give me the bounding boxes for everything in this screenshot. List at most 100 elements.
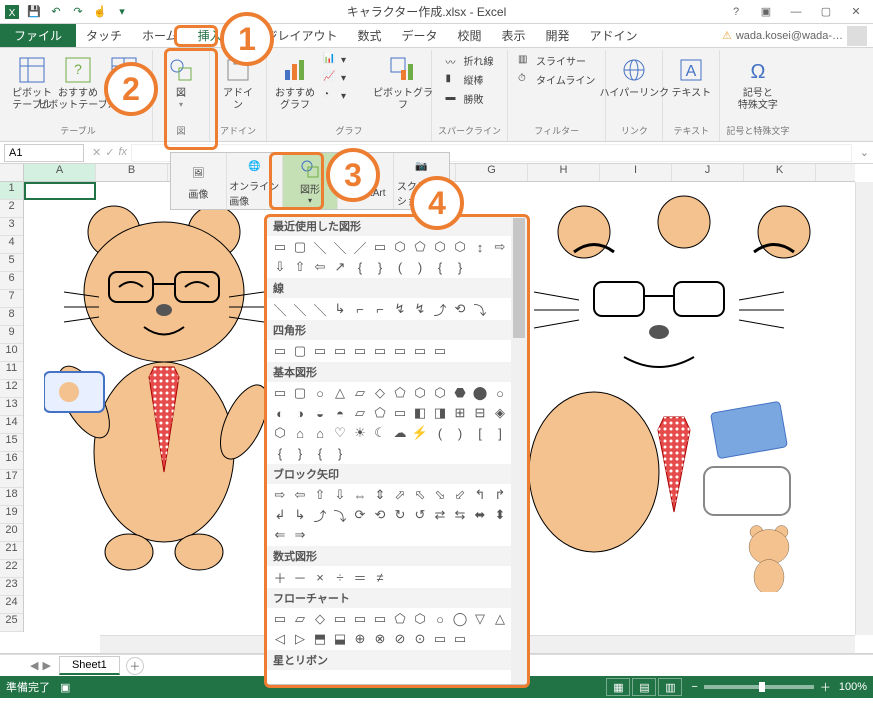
view-normal-icon[interactable]: ▦ xyxy=(606,678,630,696)
shape-item[interactable]: ▭ xyxy=(271,384,289,402)
hyperlink-button[interactable]: ハイパーリンク xyxy=(612,52,656,102)
tab-touch[interactable]: タッチ xyxy=(76,24,132,47)
shape-item[interactable]: ⬡ xyxy=(271,424,289,442)
close-icon[interactable]: ✕ xyxy=(843,2,869,22)
shape-item[interactable]: ⬁ xyxy=(411,486,429,504)
shape-item[interactable]: ⟳ xyxy=(351,506,369,524)
help-icon[interactable]: ? xyxy=(723,2,749,22)
tab-data[interactable]: データ xyxy=(391,24,447,47)
shape-item[interactable]: ⇦ xyxy=(291,486,309,504)
shape-item[interactable]: ↯ xyxy=(411,300,429,318)
shape-item[interactable]: ÷ xyxy=(331,568,349,586)
shape-item[interactable]: ／ xyxy=(351,238,369,256)
row-header-15[interactable]: 15 xyxy=(0,434,23,452)
col-header-I[interactable]: I xyxy=(600,164,672,181)
row-header-13[interactable]: 13 xyxy=(0,398,23,416)
shape-item[interactable]: ○ xyxy=(491,384,509,402)
shape-item[interactable]: ↰ xyxy=(471,486,489,504)
shape-item[interactable]: ⤴ xyxy=(431,300,449,318)
row-header-23[interactable]: 23 xyxy=(0,578,23,596)
col-header-J[interactable]: J xyxy=(672,164,744,181)
shape-item[interactable]: ( xyxy=(431,424,449,442)
shape-item[interactable]: ⌂ xyxy=(311,424,329,442)
sparkline-line[interactable]: 〰折れ線 xyxy=(442,52,498,69)
shape-item[interactable]: ＼ xyxy=(271,300,289,318)
shape-item[interactable]: ↕ xyxy=(471,238,489,256)
shape-item[interactable]: ⌐ xyxy=(351,300,369,318)
sheet-prev-icon[interactable]: ◀ xyxy=(30,659,38,672)
shape-item[interactable]: ◇ xyxy=(311,610,329,628)
tab-addins[interactable]: アドイン xyxy=(580,24,648,47)
shape-item[interactable]: ▭ xyxy=(351,342,369,360)
symbols-button[interactable]: Ω 記号と 特殊文字 xyxy=(736,52,780,114)
shape-item[interactable]: ⊟ xyxy=(471,404,489,422)
zoom-out-icon[interactable]: − xyxy=(691,681,697,693)
shape-item[interactable]: － xyxy=(291,568,309,586)
shape-item[interactable]: ) xyxy=(411,258,429,276)
row-header-3[interactable]: 3 xyxy=(0,218,23,236)
enter-formula-icon[interactable]: ✓ xyxy=(105,146,114,159)
shape-item[interactable]: ↗ xyxy=(331,258,349,276)
zoom-level[interactable]: 100% xyxy=(839,681,867,693)
chart-type-bar[interactable]: 📊▾ xyxy=(319,52,379,68)
chart-type-line[interactable]: 📈▾ xyxy=(319,70,379,86)
shape-item[interactable]: ＼ xyxy=(291,300,309,318)
shape-item[interactable]: ( xyxy=(391,258,409,276)
shape-item[interactable]: △ xyxy=(331,384,349,402)
shape-item[interactable]: ⊞ xyxy=(451,404,469,422)
shape-item[interactable]: ◑ xyxy=(291,404,309,422)
shape-item[interactable]: ○ xyxy=(311,384,329,402)
tab-developer[interactable]: 開発 xyxy=(536,24,580,47)
shape-item[interactable]: { xyxy=(431,258,449,276)
shape-item[interactable]: ◧ xyxy=(411,404,429,422)
tab-file[interactable]: ファイル xyxy=(0,24,76,47)
shape-item[interactable]: { xyxy=(311,444,329,462)
row-header-4[interactable]: 4 xyxy=(0,236,23,254)
minimize-icon[interactable]: — xyxy=(783,2,809,22)
shape-item[interactable]: ▽ xyxy=(471,610,489,628)
shape-item[interactable]: ▭ xyxy=(371,238,389,256)
shape-item[interactable]: [ xyxy=(471,424,489,442)
zoom-slider[interactable] xyxy=(704,685,814,689)
shape-item[interactable]: ◒ xyxy=(311,404,329,422)
view-break-icon[interactable]: ▥ xyxy=(658,678,682,696)
row-header-5[interactable]: 5 xyxy=(0,254,23,272)
add-sheet-button[interactable]: ＋ xyxy=(126,657,144,675)
shape-item[interactable]: ▢ xyxy=(291,238,309,256)
shape-item[interactable]: ⟲ xyxy=(451,300,469,318)
row-header-17[interactable]: 17 xyxy=(0,470,23,488)
shape-item[interactable]: ▭ xyxy=(311,342,329,360)
row-header-25[interactable]: 25 xyxy=(0,614,23,632)
touch-icon[interactable]: ☝ xyxy=(92,4,108,20)
shape-item[interactable]: ⬤ xyxy=(471,384,489,402)
undo-icon[interactable]: ↶ xyxy=(48,4,64,20)
shape-item[interactable]: ⬃ xyxy=(451,486,469,504)
tab-review[interactable]: 校閲 xyxy=(447,24,491,47)
row-header-14[interactable]: 14 xyxy=(0,416,23,434)
sheet-tab-1[interactable]: Sheet1 xyxy=(59,656,120,675)
shape-item[interactable]: ◯ xyxy=(451,610,469,628)
shape-item[interactable]: ▭ xyxy=(391,342,409,360)
shape-item[interactable]: ⬌ xyxy=(471,506,489,524)
shape-item[interactable]: ⇆ xyxy=(451,506,469,524)
shape-item[interactable]: ⊘ xyxy=(391,630,409,648)
shape-item[interactable]: ▭ xyxy=(271,610,289,628)
shape-item[interactable]: ☀ xyxy=(351,424,369,442)
shape-item[interactable]: ⟲ xyxy=(371,506,389,524)
sparkline-winloss[interactable]: ▬勝敗 xyxy=(442,90,498,107)
shape-item[interactable]: ⊗ xyxy=(371,630,389,648)
shapes-scrollbar[interactable] xyxy=(511,216,527,684)
shape-item[interactable]: ▢ xyxy=(291,342,309,360)
shape-item[interactable]: ⤴ xyxy=(311,506,329,524)
maximize-icon[interactable]: ▢ xyxy=(813,2,839,22)
row-header-19[interactable]: 19 xyxy=(0,506,23,524)
shape-item[interactable]: ▱ xyxy=(291,610,309,628)
shape-item[interactable]: × xyxy=(311,568,329,586)
shape-item[interactable]: ⬠ xyxy=(391,384,409,402)
shape-item[interactable]: ○ xyxy=(431,610,449,628)
shape-item[interactable]: ⬡ xyxy=(411,610,429,628)
shape-item[interactable]: ⇩ xyxy=(271,258,289,276)
row-header-22[interactable]: 22 xyxy=(0,560,23,578)
col-header-G[interactable]: G xyxy=(456,164,528,181)
row-header-20[interactable]: 20 xyxy=(0,524,23,542)
